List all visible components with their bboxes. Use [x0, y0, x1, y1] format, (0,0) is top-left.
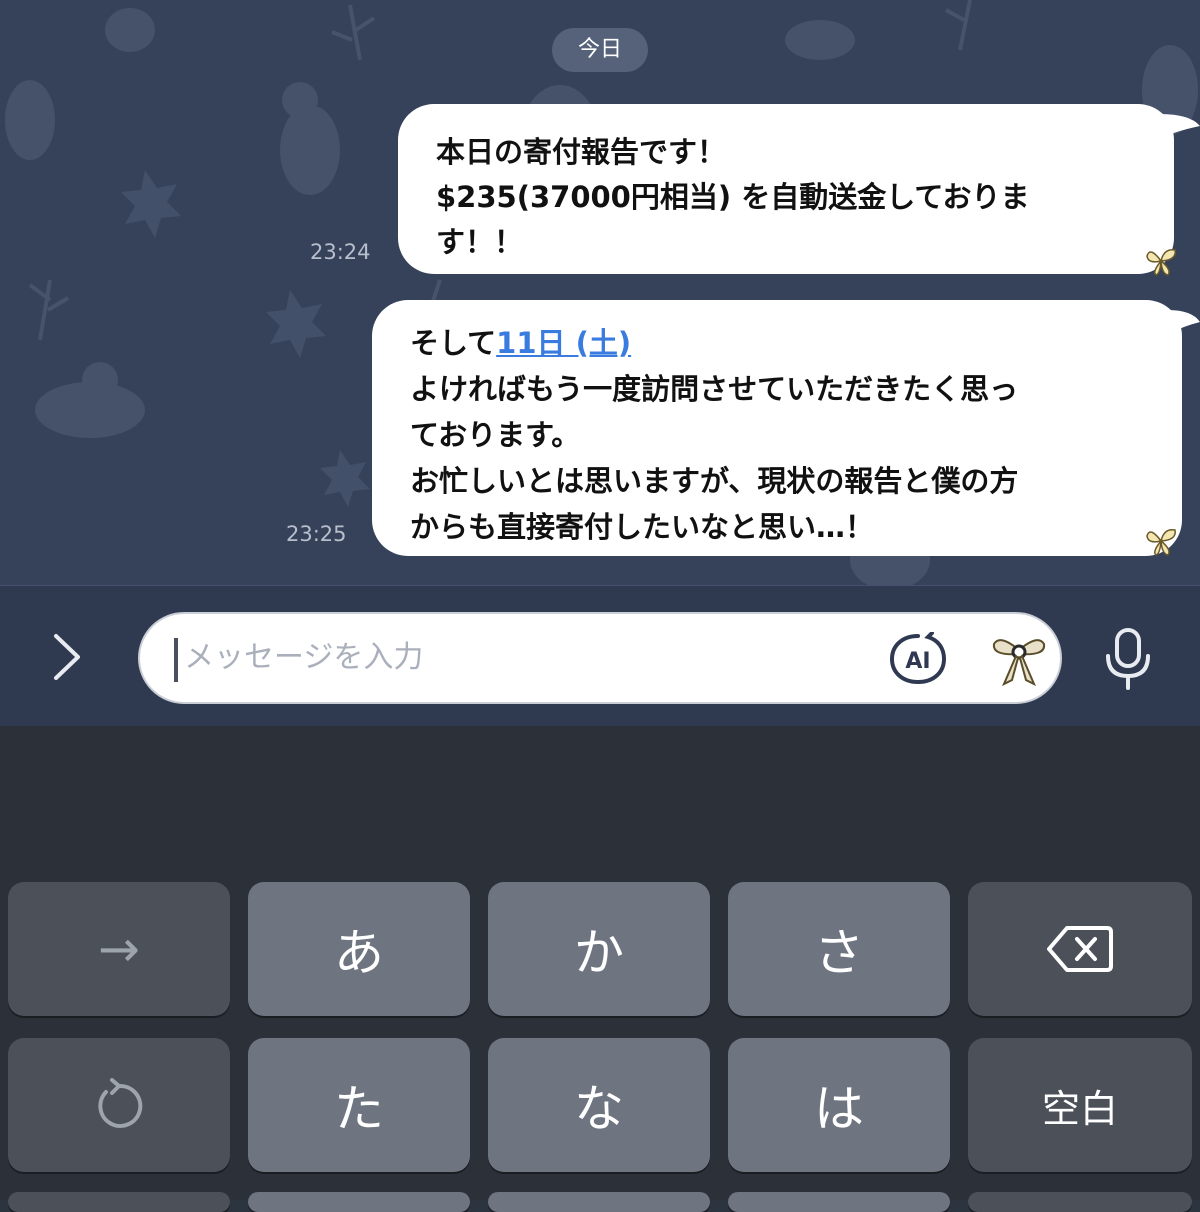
message-line: からも直接寄付したいなと思い…！ [410, 510, 875, 544]
message-bubble[interactable]: 本日の寄付報告です！ $235(37000円相当) を自動送金しておりま す！！ [398, 104, 1174, 274]
ai-icon[interactable]: AI [888, 632, 948, 686]
message-input-bar: メッセージを入力 AI [0, 585, 1200, 726]
message-bubble[interactable]: そして11日 (土) よければもう一度訪問させていただきたく思っ ております。 … [372, 300, 1182, 556]
bow-sticker-icon[interactable] [990, 630, 1048, 688]
date-separator: 今日 [552, 28, 648, 72]
backspace-icon [1047, 926, 1113, 972]
chevron-right-icon[interactable] [40, 630, 94, 684]
keyboard: → あ か さ た な は 空白 [0, 726, 1200, 1212]
key-row3-partial[interactable] [968, 1192, 1192, 1212]
key-row3-partial[interactable] [248, 1192, 470, 1212]
message-line: ております。 [410, 418, 581, 452]
undo-icon [98, 1078, 143, 1128]
ai-label: AI [905, 649, 930, 674]
key-row3-partial[interactable] [728, 1192, 950, 1212]
key-arrow-right[interactable]: → [8, 882, 230, 1016]
microphone-icon[interactable] [1100, 626, 1156, 690]
message-line: $235(37000円相当) を自動送金しておりま [436, 180, 1030, 214]
bubble-tail [1168, 310, 1200, 334]
key-na[interactable]: な [488, 1038, 710, 1172]
butterfly-icon [1146, 528, 1176, 556]
key-row3-partial[interactable] [488, 1192, 710, 1212]
chat-area[interactable]: 今日 本日の寄付報告です！ $235(37000円相当) を自動送金しておりま … [0, 0, 1200, 585]
date-link[interactable]: 11日 (土) [496, 326, 631, 360]
message-line: 本日の寄付報告です！ [436, 135, 727, 169]
bubble-tail [1160, 114, 1200, 138]
key-row3-partial[interactable] [8, 1192, 230, 1212]
message-line: よければもう一度訪問させていただきたく思っ [410, 372, 1019, 406]
key-a[interactable]: あ [248, 882, 470, 1016]
input-placeholder: メッセージを入力 [184, 640, 424, 675]
key-ta[interactable]: た [248, 1038, 470, 1172]
message-time: 23:24 [310, 240, 371, 264]
message-text: そして [410, 326, 497, 360]
text-caret [174, 638, 178, 682]
butterfly-icon [1146, 248, 1176, 276]
key-ka[interactable]: か [488, 882, 710, 1016]
message-line: す！！ [436, 225, 524, 259]
space-key[interactable]: 空白 [968, 1038, 1192, 1172]
message-time: 23:25 [286, 522, 347, 546]
message-line: お忙しいとは思いますが、現状の報告と僕の方 [410, 464, 1019, 498]
backspace-key[interactable] [968, 882, 1192, 1016]
undo-key[interactable] [8, 1038, 230, 1172]
key-ha[interactable]: は [728, 1038, 950, 1172]
key-sa[interactable]: さ [728, 882, 950, 1016]
message-input[interactable]: メッセージを入力 AI [138, 612, 1062, 704]
